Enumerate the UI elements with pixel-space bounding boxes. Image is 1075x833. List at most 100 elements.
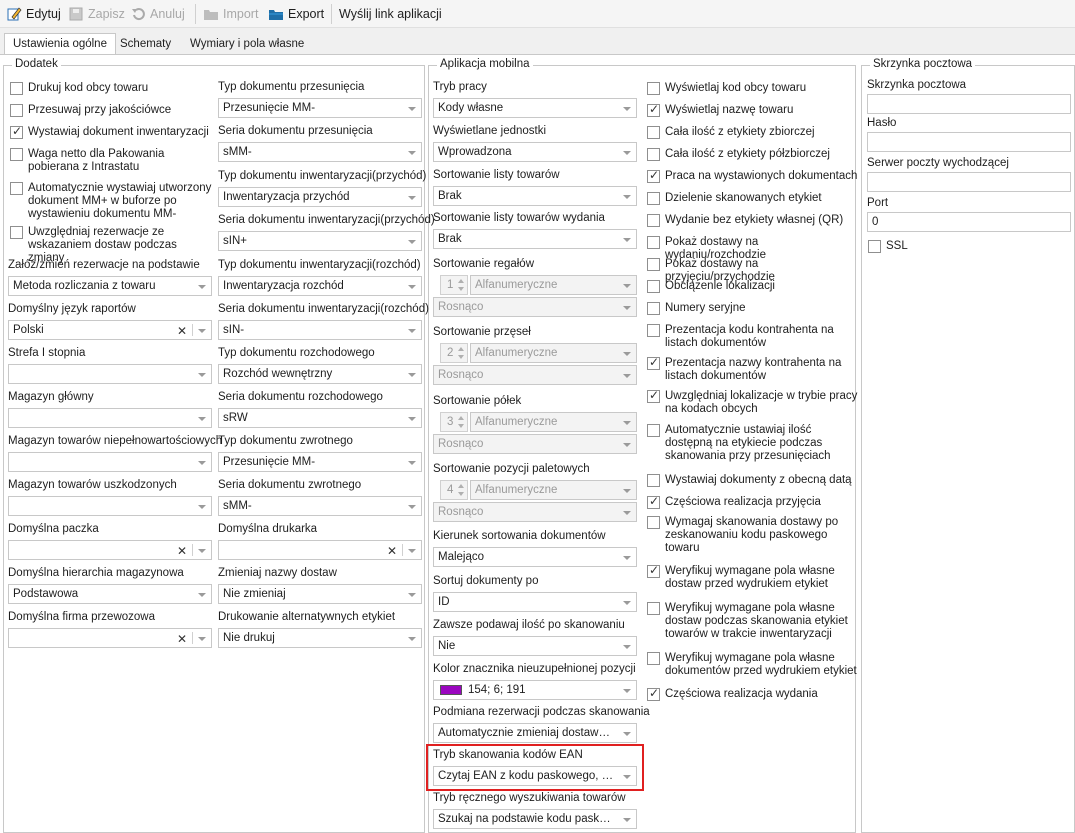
mobile-option-12-checkbox[interactable]: [647, 355, 660, 370]
clear-icon[interactable]: ✕: [387, 544, 397, 558]
mobile-option-11-checkbox[interactable]: [647, 324, 660, 337]
chevron-down-icon[interactable]: [198, 549, 206, 553]
dodatek-right-select-0[interactable]: Przesunięcie MM-: [218, 98, 422, 118]
mobile-select-2[interactable]: Brak: [433, 186, 637, 206]
dodatek-option-5-checkbox[interactable]: [10, 226, 23, 239]
sort-direction-select[interactable]: Rosnąco: [433, 365, 637, 385]
chevron-down-icon[interactable]: [623, 732, 631, 736]
chevron-down-icon[interactable]: [198, 373, 206, 377]
mobile-select-1[interactable]: Wprowadzona: [433, 142, 637, 162]
sort-order-number-stepper[interactable]: 4: [440, 480, 468, 500]
dodatek-left-select-7[interactable]: Podstawowa: [8, 584, 212, 604]
clear-icon[interactable]: ✕: [177, 544, 187, 558]
mobile-option-8-checkbox[interactable]: [647, 258, 660, 271]
dodatek-left-select-5[interactable]: [8, 496, 212, 516]
chevron-up-icon[interactable]: [458, 484, 464, 488]
sort-type-select[interactable]: Alfanumeryczne: [470, 412, 637, 432]
tab-general-settings[interactable]: Ustawienia ogólne: [4, 33, 116, 55]
dodatek-option-1-checkbox[interactable]: [10, 104, 23, 117]
mobile-option-7-checkbox[interactable]: [647, 236, 660, 249]
mobile-bottom-select-4[interactable]: Automatycznie zmieniaj dostawę po...: [433, 723, 637, 743]
dodatek-right-select-10[interactable]: ✕: [218, 540, 422, 560]
mobile-option-16-checkbox[interactable]: [647, 494, 660, 509]
chevron-down-icon[interactable]: [458, 492, 464, 496]
sort-direction-select[interactable]: Rosnąco: [433, 297, 637, 317]
dodatek-right-select-6[interactable]: Rozchód wewnętrzny: [218, 364, 422, 384]
export-button[interactable]: Export: [268, 4, 324, 24]
dodatek-right-select-9[interactable]: sMM-: [218, 496, 422, 516]
sort-type-select[interactable]: Alfanumeryczne: [470, 343, 637, 363]
chevron-down-icon[interactable]: [623, 352, 631, 356]
dodatek-left-select-2[interactable]: [8, 364, 212, 384]
ssl-checkbox[interactable]: [868, 240, 881, 253]
dodatek-left-select-8[interactable]: ✕: [8, 628, 212, 648]
chevron-down-icon[interactable]: [408, 240, 416, 244]
chevron-down-icon[interactable]: [198, 593, 206, 597]
chevron-down-icon[interactable]: [408, 373, 416, 377]
tab-dimensions-custom-fields[interactable]: Wymiary i pola własne: [182, 33, 312, 55]
dodatek-left-select-6[interactable]: ✕: [8, 540, 212, 560]
dodatek-left-select-3[interactable]: [8, 408, 212, 428]
dodatek-right-select-11[interactable]: Nie zmieniaj: [218, 584, 422, 604]
mobile-option-2-checkbox[interactable]: [647, 126, 660, 139]
dodatek-option-0-checkbox[interactable]: [10, 82, 23, 95]
chevron-down-icon[interactable]: [623, 489, 631, 493]
mobile-bottom-select-1[interactable]: ID: [433, 592, 637, 612]
chevron-down-icon[interactable]: [623, 238, 631, 242]
chevron-down-icon[interactable]: [623, 421, 631, 425]
dodatek-option-4-checkbox[interactable]: [10, 182, 23, 195]
mobile-option-5-checkbox[interactable]: [647, 192, 660, 205]
chevron-down-icon[interactable]: [408, 196, 416, 200]
chevron-down-icon[interactable]: [408, 549, 416, 553]
dodatek-option-2-checkbox[interactable]: [10, 124, 23, 139]
import-button[interactable]: Import: [203, 4, 258, 24]
sort-order-number-stepper[interactable]: 3: [440, 412, 468, 432]
mobile-option-4-checkbox[interactable]: [647, 168, 660, 183]
send-app-link-button[interactable]: Wyślij link aplikacji: [339, 4, 442, 24]
dodatek-right-select-5[interactable]: sIN-: [218, 320, 422, 340]
chevron-down-icon[interactable]: [623, 374, 631, 378]
chevron-down-icon[interactable]: [198, 505, 206, 509]
dodatek-option-3-checkbox[interactable]: [10, 148, 23, 161]
clear-icon[interactable]: ✕: [177, 632, 187, 646]
mobile-option-13-checkbox[interactable]: [647, 388, 660, 403]
sort-direction-select[interactable]: Rosnąco: [433, 502, 637, 522]
chevron-down-icon[interactable]: [458, 355, 464, 359]
chevron-down-icon[interactable]: [408, 461, 416, 465]
chevron-down-icon[interactable]: [623, 284, 631, 288]
chevron-down-icon[interactable]: [408, 593, 416, 597]
chevron-down-icon[interactable]: [408, 329, 416, 333]
mobile-option-9-checkbox[interactable]: [647, 280, 660, 293]
mobile-select-3[interactable]: Brak: [433, 229, 637, 249]
sort-order-number-stepper[interactable]: 2: [440, 343, 468, 363]
mobile-option-15-checkbox[interactable]: [647, 474, 660, 487]
chevron-down-icon[interactable]: [198, 637, 206, 641]
mobile-bottom-select-3[interactable]: 154; 6; 191: [433, 680, 637, 700]
chevron-down-icon[interactable]: [408, 417, 416, 421]
chevron-down-icon[interactable]: [408, 151, 416, 155]
chevron-down-icon[interactable]: [458, 287, 464, 291]
chevron-up-icon[interactable]: [458, 347, 464, 351]
chevron-down-icon[interactable]: [458, 424, 464, 428]
mobile-bottom-select-0[interactable]: Malejąco: [433, 547, 637, 567]
chevron-down-icon[interactable]: [623, 151, 631, 155]
chevron-down-icon[interactable]: [198, 285, 206, 289]
mobile-option-18-checkbox[interactable]: [647, 563, 660, 578]
tab-schemas[interactable]: Schematy: [112, 33, 179, 55]
chevron-down-icon[interactable]: [623, 556, 631, 560]
mobile-select-0[interactable]: Kody własne: [433, 98, 637, 118]
mobile-bottom-select-2[interactable]: Nie: [433, 636, 637, 656]
dodatek-right-select-3[interactable]: sIN+: [218, 231, 422, 251]
mobile-option-10-checkbox[interactable]: [647, 302, 660, 315]
edit-button[interactable]: Edytuj: [6, 4, 61, 24]
mailbox-input-3[interactable]: 0: [867, 212, 1071, 232]
chevron-down-icon[interactable]: [408, 505, 416, 509]
dodatek-right-select-2[interactable]: Inwentaryzacja przychód: [218, 187, 422, 207]
save-button[interactable]: Zapisz: [68, 4, 125, 24]
mobile-option-20-checkbox[interactable]: [647, 652, 660, 665]
mailbox-input-1[interactable]: [867, 132, 1071, 152]
chevron-down-icon[interactable]: [198, 461, 206, 465]
chevron-down-icon[interactable]: [623, 195, 631, 199]
dodatek-left-select-1[interactable]: Polski ✕: [8, 320, 212, 340]
sort-type-select[interactable]: Alfanumeryczne: [470, 480, 637, 500]
